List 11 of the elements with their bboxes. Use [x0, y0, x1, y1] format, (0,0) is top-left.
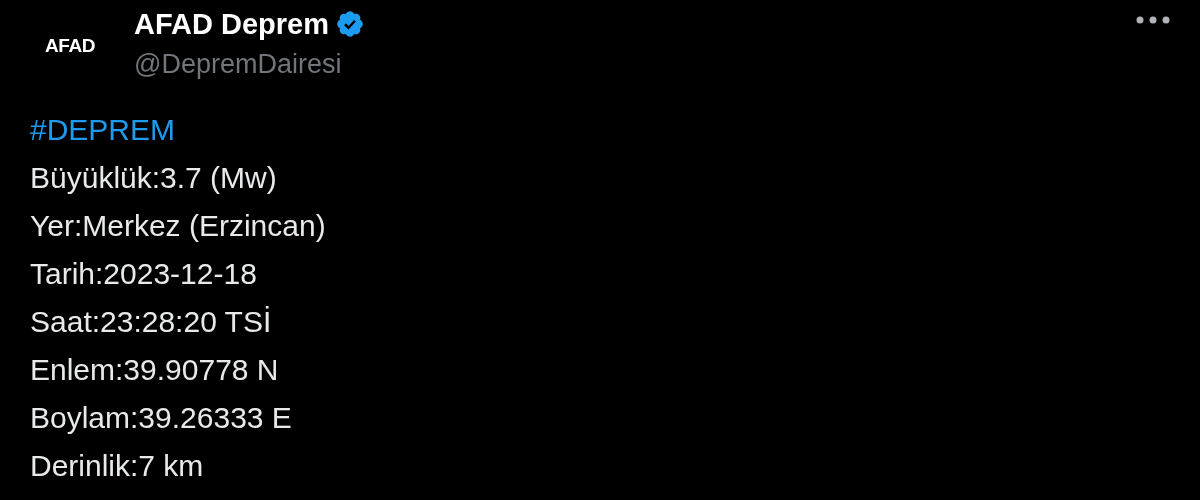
- handle[interactable]: @DepremDairesi: [134, 46, 365, 82]
- hashtag-link[interactable]: #DEPREM: [30, 106, 176, 154]
- more-icon[interactable]: [1134, 14, 1172, 26]
- tweet-text-line: Büyüklük:3.7 (Mw): [30, 160, 278, 196]
- tweet-text-line: Tarih:2023-12-18: [30, 256, 258, 292]
- tweet-text-line: Saat:23:28:20 TSİ: [30, 304, 273, 340]
- tweet-text-line: Yer:Merkez (Erzincan): [30, 208, 327, 244]
- display-name[interactable]: AFAD Deprem: [134, 6, 329, 42]
- tweet-text-line: Boylam:39.26333 E: [30, 400, 293, 436]
- tweet-text-line: Derinlik:7 km: [30, 448, 205, 484]
- tweet-text-line: Enlem:39.90778 N: [30, 352, 280, 388]
